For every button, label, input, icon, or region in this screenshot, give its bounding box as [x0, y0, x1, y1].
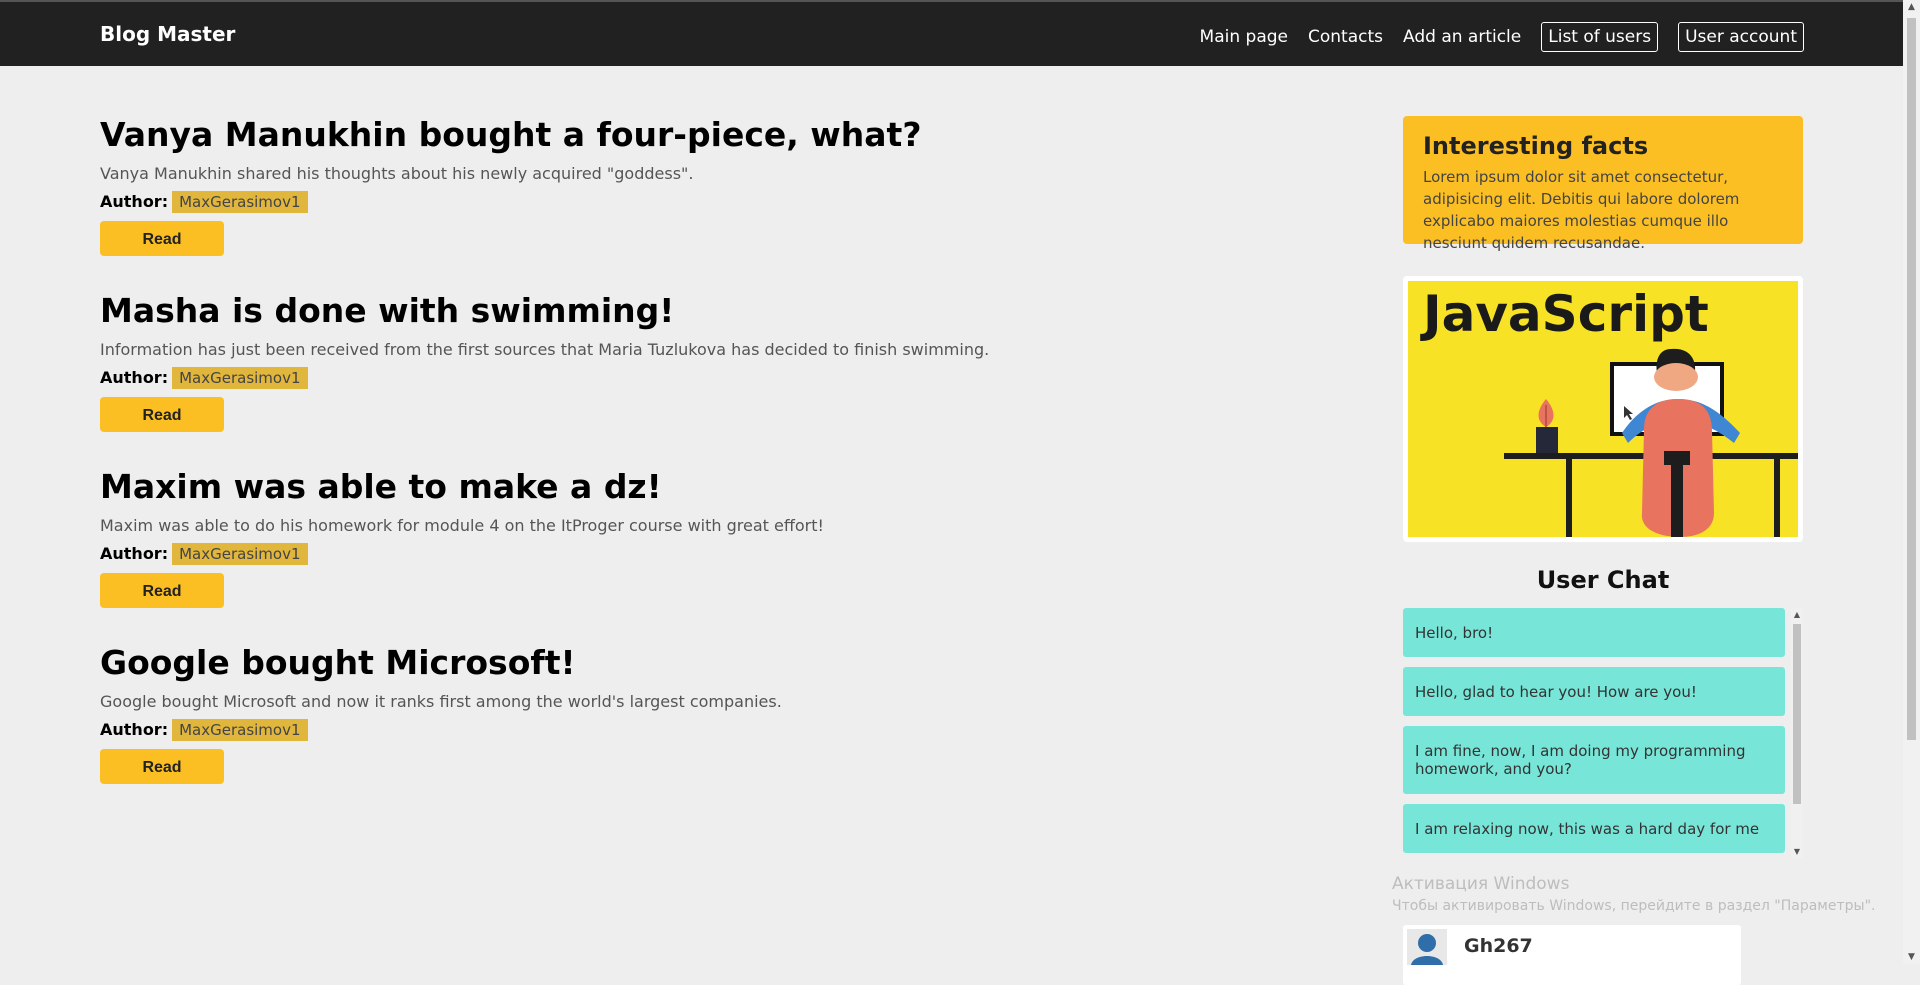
- read-button[interactable]: Read: [100, 397, 224, 432]
- avatar: [1407, 929, 1447, 965]
- chat-message: Hello, glad to hear you! How are you!: [1403, 667, 1785, 716]
- author-label: Author:: [100, 544, 169, 563]
- chat-message: I am relaxing now, this was a hard day f…: [1403, 804, 1785, 853]
- read-button[interactable]: Read: [100, 221, 224, 256]
- user-avatar-icon: [1411, 934, 1443, 965]
- facts-text: Lorem ipsum dolor sit amet consectetur, …: [1423, 168, 1740, 252]
- page-scroll-down-icon[interactable]: ▼: [1903, 952, 1920, 962]
- chat-scrollbar[interactable]: ▲ ▼: [1791, 608, 1803, 858]
- scroll-down-icon[interactable]: ▼: [1791, 847, 1803, 856]
- article-title: Vanya Manukhin bought a four-piece, what…: [100, 115, 922, 154]
- profile-username: Gh267: [1464, 935, 1533, 957]
- article-description: Google bought Microsoft and now it ranks…: [100, 692, 782, 711]
- chat-window[interactable]: Hello, bro! Hello, glad to hear you! How…: [1403, 608, 1803, 858]
- article-description: Information has just been received from …: [100, 340, 990, 359]
- page-scrollbar[interactable]: ▲ ▼: [1903, 0, 1920, 964]
- nav-contacts[interactable]: Contacts: [1308, 23, 1383, 51]
- article-card: Vanya Manukhin bought a four-piece, what…: [100, 112, 1300, 256]
- nav-main-page[interactable]: Main page: [1200, 23, 1288, 51]
- chat-message: I am fine, now, I am doing my programmin…: [1403, 726, 1785, 794]
- article-author: Author: MaxGerasimov1: [100, 719, 1300, 741]
- facts-title: Interesting facts: [1423, 132, 1649, 160]
- author-tag[interactable]: MaxGerasimov1: [172, 543, 308, 565]
- nav-user-account[interactable]: User account: [1678, 22, 1804, 52]
- article-author: Author: MaxGerasimov1: [100, 543, 1300, 565]
- author-label: Author:: [100, 720, 169, 739]
- brand-logo[interactable]: Blog Master: [100, 22, 235, 46]
- article-card: Masha is done with swimming! Information…: [100, 288, 1300, 432]
- interesting-facts-card: Interesting facts Lorem ipsum dolor sit …: [1403, 116, 1803, 252]
- article-author: Author: MaxGerasimov1: [100, 191, 1300, 213]
- main-nav: Main page Contacts Add an article List o…: [1180, 22, 1804, 52]
- windows-activation-watermark: Активация Windows Чтобы активировать Win…: [1392, 874, 1875, 914]
- nav-list-of-users[interactable]: List of users: [1541, 22, 1659, 52]
- read-button[interactable]: Read: [100, 573, 224, 608]
- watermark-subtitle: Чтобы активировать Windows, перейдите в …: [1392, 898, 1876, 914]
- chat-message: Hello, bro!: [1403, 608, 1785, 657]
- article-card: Maxim was able to make a dz! Maxim was a…: [100, 464, 1300, 608]
- page-scroll-thumb[interactable]: [1907, 18, 1916, 740]
- scroll-up-icon[interactable]: ▲: [1791, 610, 1803, 619]
- article-card: Google bought Microsoft! Google bought M…: [100, 640, 1300, 784]
- nav-add-article[interactable]: Add an article: [1403, 23, 1521, 51]
- article-description: Vanya Manukhin shared his thoughts about…: [100, 164, 694, 183]
- user-profile-card[interactable]: Gh267: [1403, 925, 1741, 985]
- programmer-illustration: [1504, 348, 1798, 537]
- read-button[interactable]: Read: [100, 749, 224, 784]
- javascript-banner: JavaScript: [1403, 276, 1803, 542]
- author-tag[interactable]: MaxGerasimov1: [172, 367, 308, 389]
- articles-list: Vanya Manukhin bought a four-piece, what…: [100, 112, 1300, 816]
- author-label: Author:: [100, 368, 169, 387]
- author-tag[interactable]: MaxGerasimov1: [172, 191, 308, 213]
- article-title: Masha is done with swimming!: [100, 291, 675, 330]
- sidebar: Interesting facts Lorem ipsum dolor sit …: [1403, 116, 1803, 858]
- author-tag[interactable]: MaxGerasimov1: [172, 719, 308, 741]
- chat-scroll-thumb[interactable]: [1793, 624, 1801, 804]
- watermark-title: Активация Windows: [1392, 874, 1570, 894]
- author-label: Author:: [100, 192, 169, 211]
- article-author: Author: MaxGerasimov1: [100, 367, 1300, 389]
- top-navbar: Blog Master Main page Contacts Add an ar…: [0, 0, 1920, 66]
- chat-title: User Chat: [1536, 566, 1670, 594]
- article-title: Google bought Microsoft!: [100, 643, 576, 682]
- article-title: Maxim was able to make a dz!: [100, 467, 662, 506]
- page-scroll-up-icon[interactable]: ▲: [1903, 2, 1920, 12]
- banner-image: JavaScript: [1408, 281, 1798, 537]
- article-description: Maxim was able to do his homework for mo…: [100, 516, 824, 535]
